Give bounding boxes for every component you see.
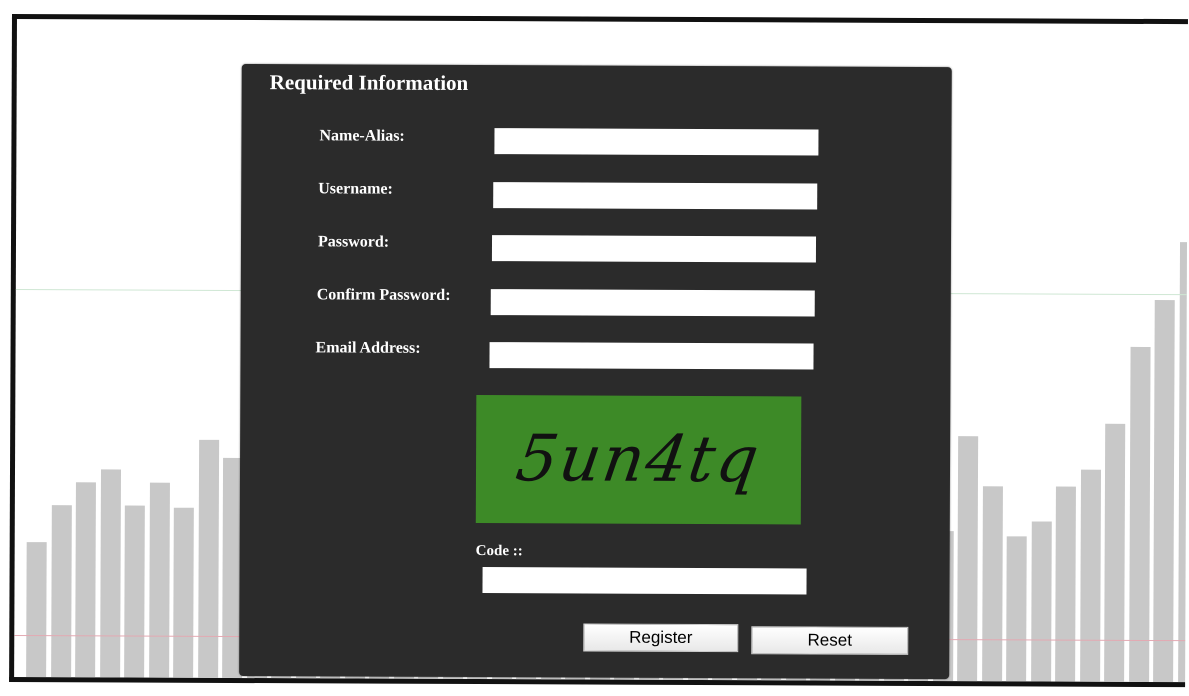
background-bar	[1153, 299, 1175, 683]
registration-panel: Required Information Name-Alias: Usernam…	[239, 64, 952, 680]
background-bar	[1055, 486, 1076, 682]
username-label: Username:	[318, 180, 393, 198]
screen-frame: Required Information Name-Alias: Usernam…	[9, 14, 1188, 688]
password-label: Password:	[317, 233, 390, 251]
background-bar	[1128, 346, 1151, 682]
background-bar	[148, 482, 170, 678]
captcha-image: 5un4tq	[475, 395, 802, 525]
background-bar	[1079, 469, 1101, 682]
username-input[interactable]	[493, 182, 818, 210]
background-bar	[173, 507, 194, 678]
confirm-password-label: Confirm Password:	[316, 286, 451, 304]
background-bar	[50, 505, 72, 678]
background-bar	[26, 542, 47, 678]
background-bar	[124, 505, 145, 678]
code-input[interactable]	[482, 567, 807, 595]
background-bar	[957, 436, 979, 682]
password-input[interactable]	[491, 235, 817, 263]
email-address-label: Email Address:	[315, 339, 421, 357]
background-bar	[99, 469, 121, 678]
background-bar	[197, 439, 219, 678]
name-alias-label: Name-Alias:	[319, 127, 405, 145]
background-bar	[1006, 536, 1027, 682]
background-bar	[1104, 423, 1126, 682]
background-bar	[981, 486, 1003, 682]
background-bar	[1177, 242, 1188, 683]
captcha-text: 5un4tq	[511, 422, 766, 498]
background-bar	[1030, 521, 1052, 682]
panel-title: Required Information	[269, 70, 469, 95]
background-bar	[75, 482, 96, 678]
name-alias-input[interactable]	[494, 128, 819, 156]
reset-button[interactable]: Reset	[751, 626, 909, 655]
code-label: Code ::	[475, 543, 523, 560]
register-button[interactable]: Register	[583, 623, 739, 653]
confirm-password-input[interactable]	[490, 289, 815, 317]
email-address-input[interactable]	[489, 342, 814, 370]
